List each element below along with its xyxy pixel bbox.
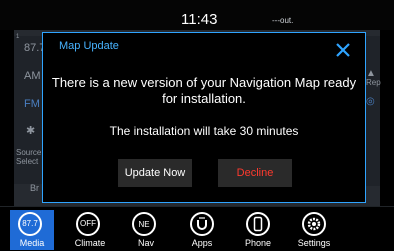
- background-preset-index: 1: [16, 34, 20, 40]
- nav-settings-label: Settings: [297, 238, 331, 248]
- close-icon[interactable]: [333, 40, 353, 60]
- background-fm-label: FM: [24, 98, 40, 110]
- background-bottom-label: Br: [30, 183, 39, 193]
- clock: 11:43: [181, 11, 218, 28]
- climate-icon: OFF: [76, 212, 100, 236]
- background-source-select: Source Select: [16, 148, 42, 166]
- nav-apps[interactable]: Apps: [180, 210, 224, 250]
- phone-icon: [246, 212, 270, 236]
- status-bar: 11:43 ---out.: [0, 0, 394, 30]
- background-right-label: Rep: [366, 78, 381, 87]
- nav-phone-label: Phone: [244, 238, 272, 248]
- nav-media[interactable]: 87.7 Media: [10, 210, 54, 250]
- nav-phone[interactable]: Phone: [236, 210, 280, 250]
- media-icon: 87.7: [18, 212, 42, 236]
- dialog-title: Map Update: [59, 40, 119, 52]
- background-am-label: AM: [24, 70, 41, 82]
- nav-media-label: Media: [19, 238, 45, 248]
- background-circle-icon: ◎: [366, 96, 375, 107]
- nav-climate-label: Climate: [74, 238, 106, 248]
- nav-climate[interactable]: OFF Climate: [68, 210, 112, 250]
- update-now-button[interactable]: Update Now: [118, 159, 192, 187]
- bluetooth-icon: ✱: [26, 125, 36, 137]
- outside-temperature: ---out.: [272, 16, 294, 25]
- nav-apps-label: Apps: [191, 238, 213, 248]
- nav-nav-label: Nav: [137, 238, 154, 248]
- dialog-duration-message: The installation will take 30 minutes: [109, 124, 299, 138]
- dialog-message: There is a new version of your Navigatio…: [51, 75, 357, 106]
- map-update-dialog: Map Update There is a new version of you…: [42, 32, 366, 203]
- compass-icon: NE: [132, 212, 156, 236]
- gear-icon: [302, 212, 326, 236]
- nav-settings[interactable]: Settings: [292, 210, 336, 250]
- infotainment-screen: 11:43 ---out. 1 87.7 AM FM ✱ Source Sele…: [0, 0, 394, 251]
- nav-nav[interactable]: NE Nav: [124, 210, 168, 250]
- decline-button[interactable]: Decline: [218, 159, 292, 187]
- u-connect-icon: [190, 212, 214, 236]
